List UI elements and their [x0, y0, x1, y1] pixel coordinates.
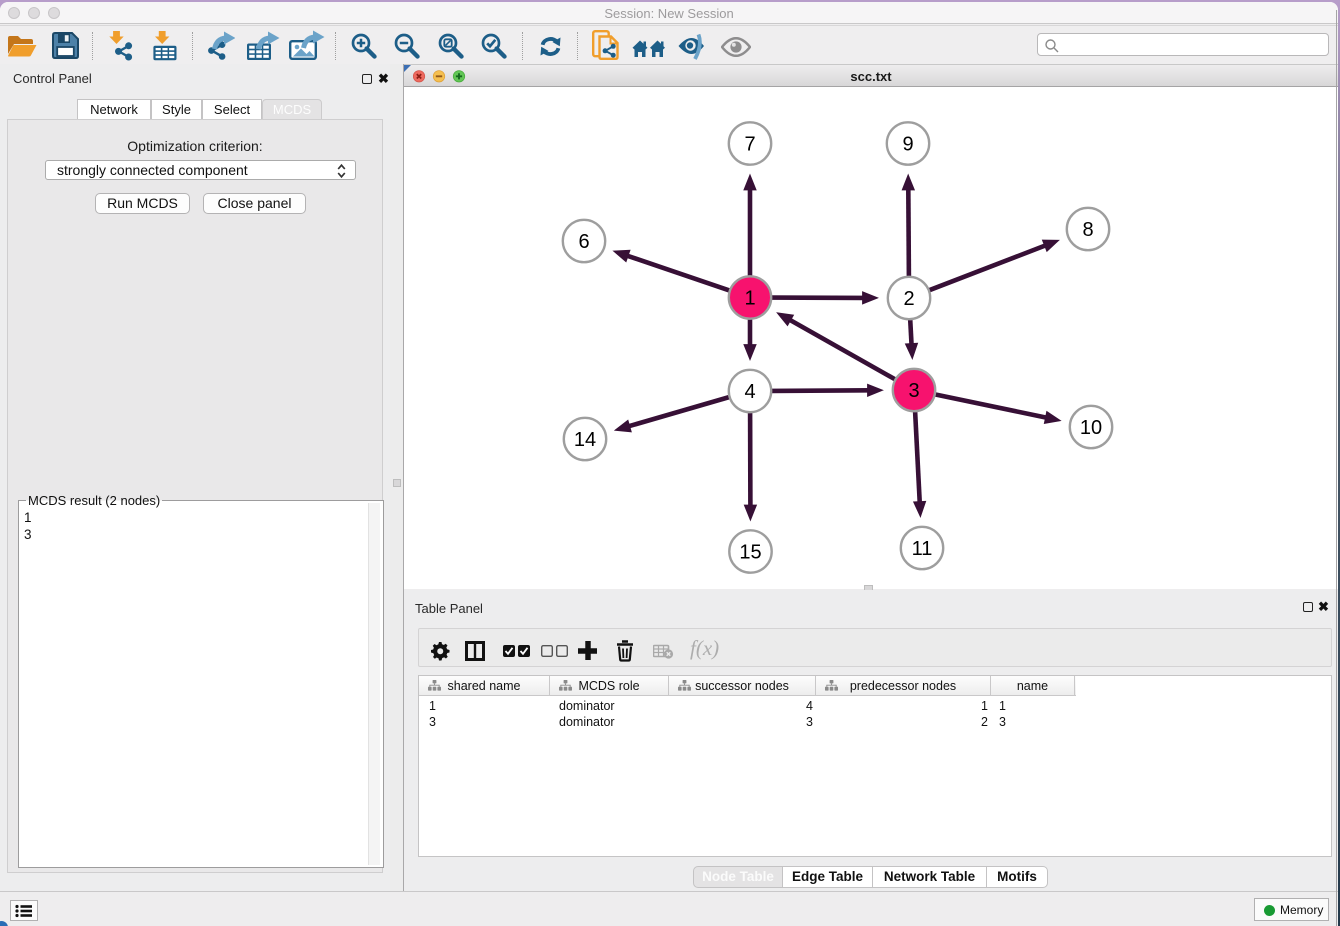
- svg-text:f(x): f(x): [690, 638, 719, 660]
- svg-text:10: 10: [1080, 417, 1102, 439]
- svg-text:4: 4: [744, 381, 755, 403]
- svg-text:11: 11: [912, 538, 933, 560]
- svg-text:6: 6: [578, 231, 589, 253]
- svg-text:7: 7: [744, 134, 755, 156]
- svg-text:15: 15: [739, 542, 761, 564]
- svg-text:8: 8: [1082, 219, 1093, 241]
- svg-text:14: 14: [574, 429, 596, 451]
- svg-text:3: 3: [908, 380, 919, 402]
- svg-text:1: 1: [744, 288, 755, 310]
- svg-text:2: 2: [903, 288, 914, 310]
- svg-text:9: 9: [902, 134, 913, 156]
